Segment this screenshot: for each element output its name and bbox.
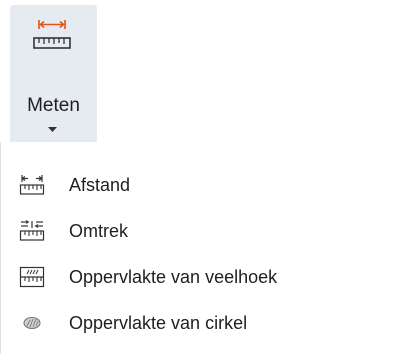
menu-item-distance[interactable]: Afstand [2, 162, 392, 208]
measure-ruler-icon [33, 20, 71, 49]
menu-item-label: Oppervlakte van cirkel [69, 313, 248, 333]
circle-area-icon [23, 316, 41, 330]
menu-item-label: Omtrek [69, 221, 129, 241]
menu-item-polygon-area[interactable]: Oppervlakte van veelhoek [2, 254, 392, 300]
menu-item-label: Oppervlakte van veelhoek [69, 267, 278, 287]
chevron-down-icon [48, 127, 57, 132]
distance-icon [19, 175, 45, 195]
measure-ribbon-button[interactable]: Meten [10, 5, 97, 145]
polygon-area-icon [19, 266, 45, 288]
menu-item-label: Afstand [69, 175, 131, 195]
menu-item-circle-area[interactable]: Oppervlakte van cirkel [2, 300, 392, 346]
measure-dropdown-menu: Afstand Omtrek Oppervlakte van veelhoek … [0, 142, 403, 354]
page: Meten Afstand Omtrek Oppervlakte van vee… [0, 0, 406, 358]
measure-label: Meten [27, 95, 80, 116]
menu-item-perimeter[interactable]: Omtrek [2, 208, 392, 254]
perimeter-icon [19, 220, 45, 241]
